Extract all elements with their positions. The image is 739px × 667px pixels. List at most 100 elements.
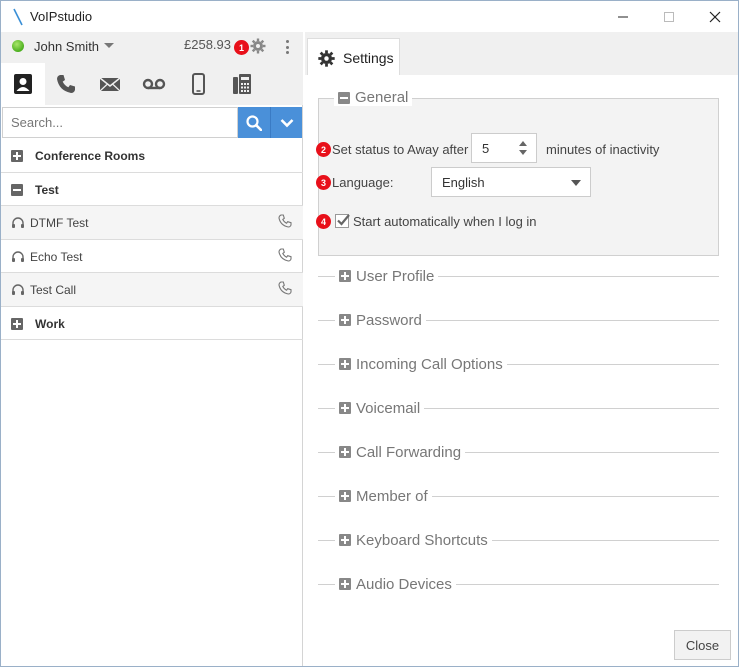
section-label: Password xyxy=(356,311,422,329)
search-input[interactable] xyxy=(2,107,238,138)
expand-icon[interactable] xyxy=(339,314,351,326)
section-label: Member of xyxy=(356,487,428,505)
section-incoming-call-options[interactable]: Incoming Call Options xyxy=(318,354,719,374)
section-voicemail[interactable]: Voicemail xyxy=(318,398,719,418)
annotation-badge-1: 1 xyxy=(234,40,249,55)
checkmark-icon xyxy=(337,214,350,226)
list-item[interactable]: Echo Test xyxy=(1,240,303,273)
annotation-badge-2: 2 xyxy=(316,142,331,157)
group-test[interactable]: Test xyxy=(1,173,303,206)
search-button[interactable] xyxy=(238,107,270,138)
settings-content: Set status to Away after 2 5 minutes of … xyxy=(305,75,738,666)
expand-icon[interactable] xyxy=(339,446,351,458)
section-label: Incoming Call Options xyxy=(356,355,503,373)
annotation-badge-4: 4 xyxy=(316,214,331,229)
general-legend[interactable]: General xyxy=(334,89,413,106)
gear-icon xyxy=(318,50,335,67)
search-filter-dropdown[interactable] xyxy=(270,107,302,138)
account-balance: £258.93 xyxy=(184,37,231,52)
expand-icon[interactable] xyxy=(339,402,351,414)
tab-fax[interactable] xyxy=(220,63,264,105)
phone-icon xyxy=(57,75,75,93)
tab-mobile[interactable] xyxy=(176,63,220,105)
section-audio-devices[interactable]: Audio Devices xyxy=(318,574,719,594)
item-label: Test Call xyxy=(30,283,77,297)
search-row xyxy=(1,107,303,138)
close-button[interactable]: Close xyxy=(674,630,731,660)
headset-icon xyxy=(12,217,24,228)
tab-settings[interactable]: Settings xyxy=(307,38,400,76)
expand-icon[interactable] xyxy=(11,317,23,330)
collapse-icon[interactable] xyxy=(338,91,350,104)
phone-icon[interactable] xyxy=(278,214,292,228)
expand-icon[interactable] xyxy=(11,150,23,162)
annotation-badge-3: 3 xyxy=(316,175,331,190)
title-bar: VoIPstudio xyxy=(1,1,738,32)
expand-icon[interactable] xyxy=(339,534,351,546)
app-window: VoIPstudio John Smith £258.93 1 Search..… xyxy=(0,0,739,667)
expand-icon[interactable] xyxy=(339,358,351,370)
group-work[interactable]: Work xyxy=(1,307,303,340)
away-suffix: minutes of inactivity xyxy=(546,142,659,157)
away-suffix-label: minutes of inactivity xyxy=(546,142,660,157)
general-fieldset: Set status to Away after 2 5 minutes of … xyxy=(316,98,719,256)
tab-voicemail[interactable] xyxy=(132,63,176,105)
chevron-up-icon[interactable] xyxy=(519,141,527,146)
autostart-checkbox[interactable] xyxy=(335,214,350,228)
minimize-button[interactable] xyxy=(600,1,646,32)
section-user-profile[interactable]: User Profile xyxy=(318,266,719,286)
close-window-button[interactable] xyxy=(692,1,738,32)
group-label: Work xyxy=(35,316,65,331)
tab-messages[interactable] xyxy=(88,63,132,105)
away-minutes-value: 5 xyxy=(482,141,490,156)
settings-pane: Settings Set status to Away after 2 5 mi… xyxy=(305,32,738,666)
left-pane: John Smith £258.93 1 Search... Conferenc… xyxy=(1,32,303,666)
language-row: Language: xyxy=(332,175,393,190)
window-title: VoIPstudio xyxy=(30,9,93,24)
tab-calls[interactable] xyxy=(44,63,88,105)
maximize-button[interactable] xyxy=(646,1,692,32)
language-select[interactable]: English xyxy=(431,167,591,197)
collapse-icon[interactable] xyxy=(11,183,23,196)
gear-icon[interactable] xyxy=(250,38,266,54)
chevron-down-icon[interactable] xyxy=(104,43,114,48)
user-name[interactable]: John Smith xyxy=(34,39,99,54)
more-options-icon[interactable] xyxy=(281,38,293,56)
phone-icon[interactable] xyxy=(278,247,292,262)
headset-icon xyxy=(12,250,24,262)
autostart-label: Start automatically when I log in xyxy=(353,214,537,229)
chevron-down-icon xyxy=(280,118,293,127)
section-member-of[interactable]: Member of xyxy=(318,486,719,506)
away-minutes-stepper[interactable]: 5 xyxy=(471,133,537,163)
headset-icon xyxy=(12,284,24,295)
language-value: English xyxy=(442,175,485,190)
list-item[interactable]: DTMF Test xyxy=(1,206,303,240)
voicemail-icon xyxy=(142,78,166,90)
tab-contacts[interactable] xyxy=(1,63,45,105)
expand-icon[interactable] xyxy=(339,490,351,502)
contact-list: Conference Rooms Test DTMF Test Echo Tes… xyxy=(1,139,303,340)
section-password[interactable]: Password xyxy=(318,310,719,330)
group-label: Test xyxy=(35,182,59,197)
general-legend-label: General xyxy=(355,89,409,106)
item-label: Echo Test xyxy=(30,249,83,264)
group-conference-rooms[interactable]: Conference Rooms xyxy=(1,139,303,173)
mobile-phone-icon xyxy=(192,73,205,95)
fax-icon xyxy=(233,74,251,94)
list-item[interactable]: Test Call xyxy=(1,273,303,307)
section-label: User Profile xyxy=(356,267,435,285)
autostart-row: Start automatically when I log in xyxy=(353,214,537,229)
expand-icon[interactable] xyxy=(339,270,351,282)
language-label: Language: xyxy=(332,175,394,190)
section-keyboard-shortcuts[interactable]: Keyboard Shortcuts xyxy=(318,530,719,550)
section-label: Voicemail xyxy=(356,399,421,417)
voipstudio-logo-icon xyxy=(13,8,23,26)
expand-icon[interactable] xyxy=(339,578,351,590)
user-bar: John Smith £258.93 1 xyxy=(1,32,303,63)
presence-status-icon[interactable] xyxy=(12,40,24,52)
away-row: Set status to Away after xyxy=(332,142,468,157)
search-icon xyxy=(246,114,262,131)
section-call-forwarding[interactable]: Call Forwarding xyxy=(318,442,719,462)
phone-icon[interactable] xyxy=(278,281,292,295)
chevron-down-icon[interactable] xyxy=(519,150,527,155)
